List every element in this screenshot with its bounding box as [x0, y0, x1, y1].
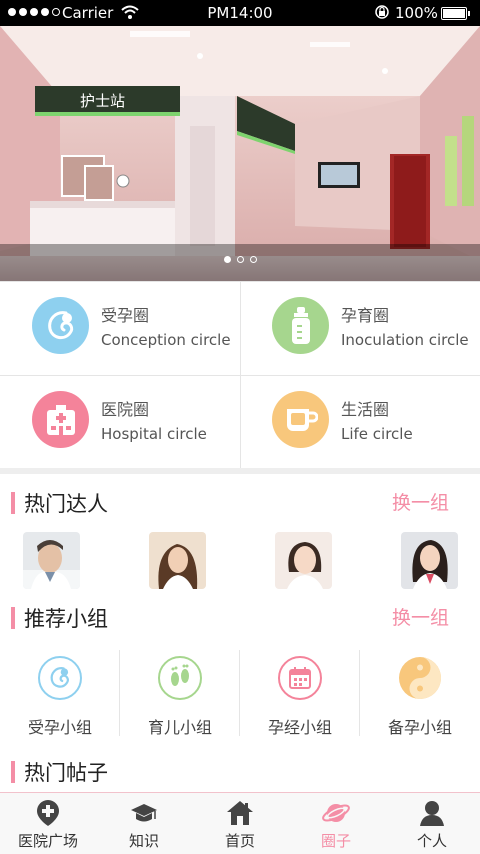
tab-label: 首页	[224, 832, 255, 850]
group-label: 备孕小组	[387, 718, 452, 737]
embryo-icon	[32, 297, 89, 354]
avatar[interactable]	[23, 532, 80, 589]
person-icon	[420, 801, 444, 826]
tab-label: 个人	[416, 832, 447, 850]
expert-avatar-list	[0, 532, 480, 590]
sign-text-left: 护士站	[80, 92, 125, 110]
banner-carousel[interactable]: 护士站	[0, 26, 480, 281]
calendar-icon	[278, 656, 322, 700]
graduation-cap-icon	[131, 804, 157, 822]
section-accent-bar	[11, 607, 15, 629]
category-title: 医院圈	[101, 400, 150, 419]
baby-bottle-icon	[272, 297, 329, 354]
category-conception-circle[interactable]: 受孕圈 Conception circle	[0, 282, 240, 375]
avatar[interactable]	[275, 532, 332, 589]
bottom-tab-bar: 医院广场 知识 首页 圈子 个人	[0, 792, 480, 854]
tab-label: 医院广场	[17, 832, 78, 850]
section-title: 推荐小组	[24, 607, 108, 631]
tab-circle[interactable]: 圈子	[288, 793, 384, 854]
group-label: 受孕小组	[27, 718, 92, 737]
tab-knowledge[interactable]: 知识	[96, 793, 192, 854]
tab-label: 知识	[128, 832, 159, 850]
group-label: 育儿小组	[147, 718, 212, 737]
category-subtitle: Hospital circle	[101, 425, 207, 443]
section-accent-bar	[11, 761, 15, 783]
section-title: 热门帖子	[24, 761, 108, 785]
embryo-icon	[38, 656, 82, 700]
section-spacer	[0, 468, 480, 474]
section-accent-bar	[11, 492, 15, 514]
category-subtitle: Life circle	[341, 425, 413, 443]
category-inoculation-circle[interactable]: 孕育圈 Inoculation circle	[240, 282, 480, 375]
banner-image: 护士站	[0, 26, 480, 281]
hospital-icon	[32, 391, 89, 448]
hospital-pin-icon	[37, 800, 59, 826]
avatar[interactable]	[149, 532, 206, 589]
circle-category-grid: 受孕圈 Conception circle 孕育圈 Inoculation ci…	[0, 281, 480, 469]
category-hospital-circle[interactable]: 医院圈 Hospital circle	[0, 376, 240, 469]
tab-home[interactable]: 首页	[192, 793, 288, 854]
yin-yang-icon	[398, 656, 442, 700]
hot-posts-header: 热门帖子	[0, 757, 480, 787]
group-conception[interactable]: 受孕小组	[0, 650, 120, 737]
tab-hospital-square[interactable]: 医院广场	[0, 793, 96, 854]
rotation-lock-icon	[375, 5, 389, 19]
group-label: 孕经小组	[267, 718, 332, 737]
refresh-groups-button[interactable]: 换一组	[392, 603, 449, 630]
category-title: 受孕圈	[101, 306, 150, 325]
banner-pagination[interactable]	[0, 256, 480, 263]
section-title: 热门达人	[24, 492, 108, 516]
status-bar: Carrier PM14:00 100%	[0, 0, 480, 26]
category-title: 生活圈	[341, 400, 390, 419]
tab-personal[interactable]: 个人	[384, 793, 480, 854]
group-parenting[interactable]: 育儿小组	[120, 650, 240, 737]
refresh-experts-button[interactable]: 换一组	[392, 488, 449, 515]
recommended-group-list: 受孕小组 育儿小组 孕经小组 备孕小组	[0, 650, 480, 737]
battery-icon	[441, 7, 470, 20]
page-dot[interactable]	[236, 256, 244, 263]
group-pregnancy-experience[interactable]: 孕经小组	[240, 650, 360, 737]
battery-percent: 100%	[395, 4, 438, 22]
group-trying-to-conceive[interactable]: 备孕小组	[360, 650, 480, 737]
footprints-icon	[158, 656, 202, 700]
hot-experts-header: 热门达人 换一组	[0, 488, 480, 518]
page-dot[interactable]	[223, 256, 231, 263]
category-title: 孕育圈	[341, 306, 390, 325]
recommended-groups-header: 推荐小组 换一组	[0, 603, 480, 633]
category-subtitle: Conception circle	[101, 331, 231, 349]
grid-divider	[0, 375, 480, 376]
page-dot[interactable]	[249, 256, 257, 263]
cup-icon	[272, 391, 329, 448]
planet-icon	[322, 804, 350, 822]
category-life-circle[interactable]: 生活圈 Life circle	[240, 376, 480, 469]
home-icon	[227, 801, 253, 825]
avatar[interactable]	[401, 532, 458, 589]
category-subtitle: Inoculation circle	[341, 331, 469, 349]
tab-label: 圈子	[320, 832, 351, 850]
